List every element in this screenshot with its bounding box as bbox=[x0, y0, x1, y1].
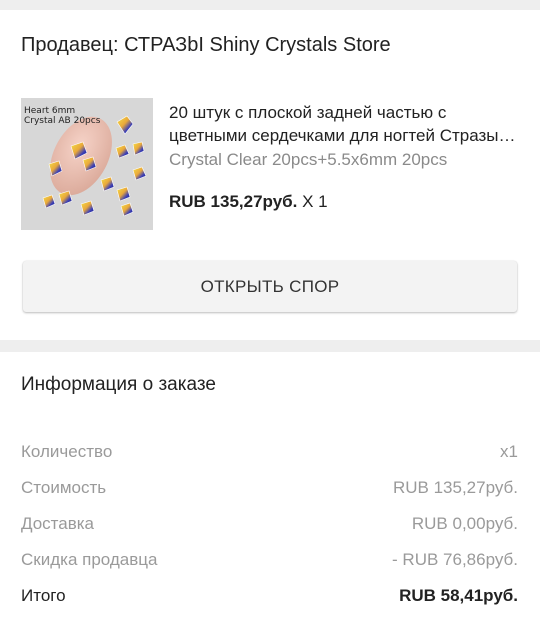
order-info-card: Информация о заказе Количество x1 Стоимо… bbox=[0, 352, 540, 624]
row-label: Скидка продавца bbox=[21, 550, 158, 569]
open-dispute-button[interactable]: ОТКРЫТЬ СПОР bbox=[23, 261, 517, 312]
row-label: Количество bbox=[21, 442, 113, 461]
order-row-total: Итого RUB 58,41руб. bbox=[21, 584, 518, 608]
order-info-title: Информация о заказе bbox=[21, 374, 216, 395]
row-value: RUB 135,27руб. bbox=[392, 478, 518, 497]
product-price: RUB 135,27руб. bbox=[169, 192, 298, 211]
row-value: - RUB 76,86руб. bbox=[392, 550, 518, 569]
order-row-seller-discount: Скидка продавца - RUB 76,86руб. bbox=[21, 548, 518, 572]
order-row-shipping: Доставка RUB 0,00руб. bbox=[21, 512, 518, 536]
order-row-quantity: Количество x1 bbox=[21, 440, 518, 464]
product-quantity: X 1 bbox=[302, 192, 328, 211]
seller-card: Продавец: СТРАЗbI Shiny Crystals Store H… bbox=[0, 10, 540, 340]
product-title[interactable]: 20 штук с плоской задней частью с цветны… bbox=[169, 101, 521, 147]
product-image-caption: Heart 6mm Crystal AB 20pcs bbox=[24, 106, 101, 126]
order-row-cost: Стоимость RUB 135,27руб. bbox=[21, 476, 518, 500]
row-label: Стоимость bbox=[21, 478, 107, 497]
product-price-line: RUB 135,27руб. X 1 bbox=[169, 192, 328, 212]
row-value: x1 bbox=[500, 442, 518, 461]
row-value: RUB 0,00руб. bbox=[411, 514, 518, 533]
row-label: Итого bbox=[21, 586, 66, 605]
seller-name[interactable]: Продавец: СТРАЗbI Shiny Crystals Store bbox=[21, 34, 391, 57]
product-variant: Crystal Clear 20pcs+5.5x6mm 20pcs bbox=[169, 150, 448, 169]
row-value: RUB 58,41руб. bbox=[399, 586, 518, 605]
product-image[interactable]: Heart 6mm Crystal AB 20pcs bbox=[21, 98, 153, 230]
row-label: Доставка bbox=[21, 514, 95, 533]
